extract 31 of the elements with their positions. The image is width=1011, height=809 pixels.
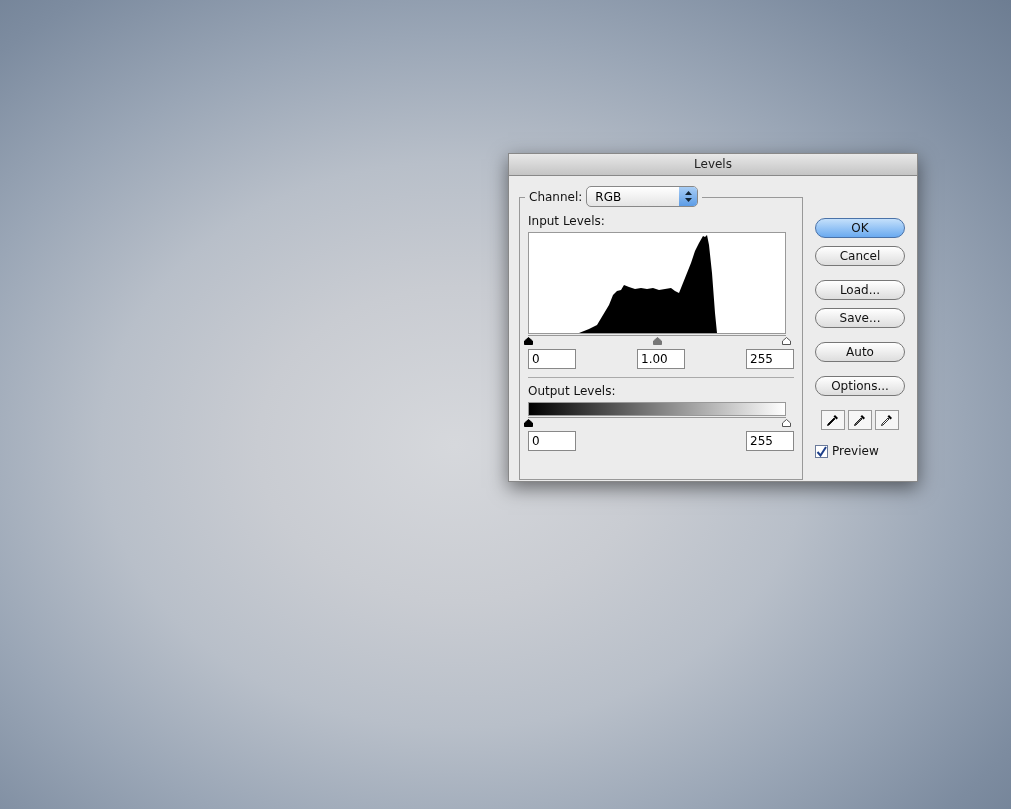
eyedropper-button[interactable]: [875, 410, 899, 430]
dialog-button[interactable]: Save...: [815, 308, 905, 328]
channel-label: Channel:: [529, 189, 583, 204]
eyedropper-icon: [826, 413, 840, 427]
dialog-button[interactable]: OK: [815, 218, 905, 238]
eyedropper-button[interactable]: [848, 410, 872, 430]
input-level-field[interactable]: 0: [528, 349, 576, 369]
slider-handle[interactable]: [524, 419, 533, 427]
input-level-field[interactable]: 1.00: [637, 349, 685, 369]
dialog-button[interactable]: Cancel: [815, 246, 905, 266]
output-levels-label: Output Levels:: [528, 384, 617, 398]
preview-label: Preview: [832, 444, 879, 458]
dialog-button[interactable]: Options...: [815, 376, 905, 396]
dialog-button[interactable]: Auto: [815, 342, 905, 362]
checkmark-icon: [816, 445, 827, 457]
eyedropper-icon: [853, 413, 867, 427]
channel-dropdown[interactable]: RGB: [586, 186, 699, 207]
preview-checkbox[interactable]: [815, 444, 828, 458]
eyedropper-button[interactable]: [821, 410, 845, 430]
output-level-field[interactable]: 0: [528, 431, 576, 451]
slider-handle[interactable]: [524, 337, 533, 345]
output-level-field[interactable]: 255: [746, 431, 794, 451]
window-title: Levels: [509, 154, 917, 176]
slider-handle[interactable]: [782, 419, 791, 427]
dialog-button[interactable]: Load...: [815, 280, 905, 300]
eyedropper-icon: [880, 413, 894, 427]
slider-handle[interactable]: [782, 337, 791, 345]
slider-handle[interactable]: [653, 337, 662, 345]
stepper-arrows-icon: [684, 191, 692, 202]
input-level-field[interactable]: 255: [746, 349, 794, 369]
input-levels-label: Input Levels:: [528, 214, 606, 228]
